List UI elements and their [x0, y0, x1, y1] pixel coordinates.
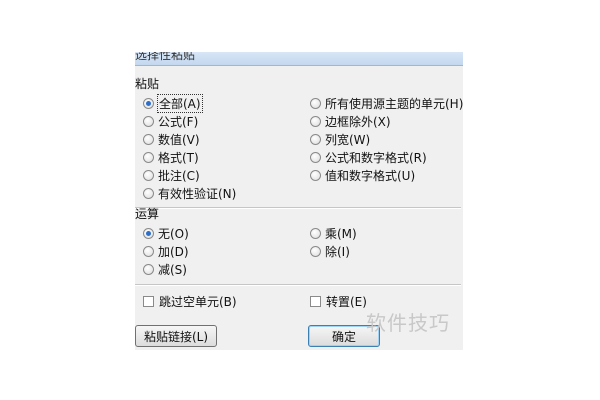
- checkbox-icon[interactable]: [310, 295, 321, 307]
- option-label: 边框除外(X): [325, 114, 391, 129]
- paste-formulas-number-formats-option[interactable]: 公式和数字格式(R): [310, 149, 427, 165]
- radio-selected-icon[interactable]: [143, 227, 154, 239]
- operation-subtract-option[interactable]: 减(S): [143, 261, 187, 277]
- option-label: 有效性验证(N): [158, 186, 237, 201]
- option-label: 公式(F): [158, 114, 199, 129]
- paste-formulas-option[interactable]: 公式(F): [143, 113, 198, 129]
- paste-validation-option[interactable]: 有效性验证(N): [143, 185, 236, 201]
- operation-group-label: 运算: [135, 207, 160, 221]
- checkbox-label: 跳过空单元(B): [159, 294, 237, 309]
- paste-column-widths-option[interactable]: 列宽(W): [310, 131, 370, 147]
- transpose-checkbox[interactable]: 转置(E): [310, 293, 367, 309]
- checkbox-icon[interactable]: [143, 295, 154, 307]
- radio-icon[interactable]: [310, 97, 321, 109]
- option-label: 格式(T): [158, 150, 199, 165]
- checkbox-label: 转置(E): [326, 294, 367, 309]
- radio-selected-icon[interactable]: [143, 97, 154, 109]
- option-label: 无(O): [158, 226, 189, 241]
- operation-multiply-option[interactable]: 乘(M): [310, 225, 357, 241]
- operation-divide-option[interactable]: 除(I): [310, 243, 350, 259]
- watermark-text: 软件技巧: [366, 311, 450, 335]
- operation-divider: [135, 207, 461, 209]
- option-label: 数值(V): [158, 132, 200, 147]
- paste-values-option[interactable]: 数值(V): [143, 131, 200, 147]
- paste-except-borders-option[interactable]: 边框除外(X): [310, 113, 391, 129]
- paste-formats-option[interactable]: 格式(T): [143, 149, 199, 165]
- radio-icon[interactable]: [310, 245, 321, 257]
- paste-group-label: 粘贴: [135, 77, 160, 91]
- option-label: 列宽(W): [325, 132, 371, 147]
- radio-icon[interactable]: [143, 133, 154, 145]
- option-label: 所有使用源主题的单元(H): [325, 96, 463, 111]
- option-label: 全部(A): [157, 93, 203, 113]
- option-label: 加(D): [158, 244, 189, 259]
- option-label: 值和数字格式(U): [325, 168, 416, 183]
- operation-add-option[interactable]: 加(D): [143, 243, 189, 259]
- operation-none-option[interactable]: 无(O): [143, 225, 189, 241]
- radio-icon[interactable]: [143, 187, 154, 199]
- paste-link-button[interactable]: 粘贴链接(L): [135, 325, 217, 347]
- option-label: 公式和数字格式(R): [325, 150, 427, 165]
- radio-icon[interactable]: [310, 151, 321, 163]
- paste-source-theme-option[interactable]: 所有使用源主题的单元(H): [310, 95, 463, 111]
- radio-icon[interactable]: [310, 227, 321, 239]
- dialog-title: 选择性粘贴: [135, 52, 196, 62]
- radio-icon[interactable]: [310, 133, 321, 145]
- radio-icon[interactable]: [143, 151, 154, 163]
- radio-icon[interactable]: [310, 169, 321, 181]
- option-label: 除(I): [325, 244, 350, 259]
- radio-icon[interactable]: [310, 115, 321, 127]
- radio-icon[interactable]: [143, 115, 154, 127]
- paste-values-number-formats-option[interactable]: 值和数字格式(U): [310, 167, 415, 183]
- paste-special-dialog: 选择性粘贴 粘贴 全部(A) 公式(F) 数值(V) 格式(T) 批注(C) 有…: [135, 52, 463, 350]
- paste-comments-option[interactable]: 批注(C): [143, 167, 200, 183]
- option-label: 减(S): [158, 262, 187, 277]
- dialog-titlebar: 选择性粘贴: [135, 52, 463, 66]
- radio-icon[interactable]: [143, 263, 154, 275]
- radio-icon[interactable]: [143, 245, 154, 257]
- checkbox-divider: [135, 284, 461, 286]
- paste-all-option[interactable]: 全部(A): [143, 93, 203, 113]
- option-label: 批注(C): [158, 168, 200, 183]
- radio-icon[interactable]: [143, 169, 154, 181]
- skip-blanks-checkbox[interactable]: 跳过空单元(B): [143, 293, 237, 309]
- option-label: 乘(M): [325, 226, 357, 241]
